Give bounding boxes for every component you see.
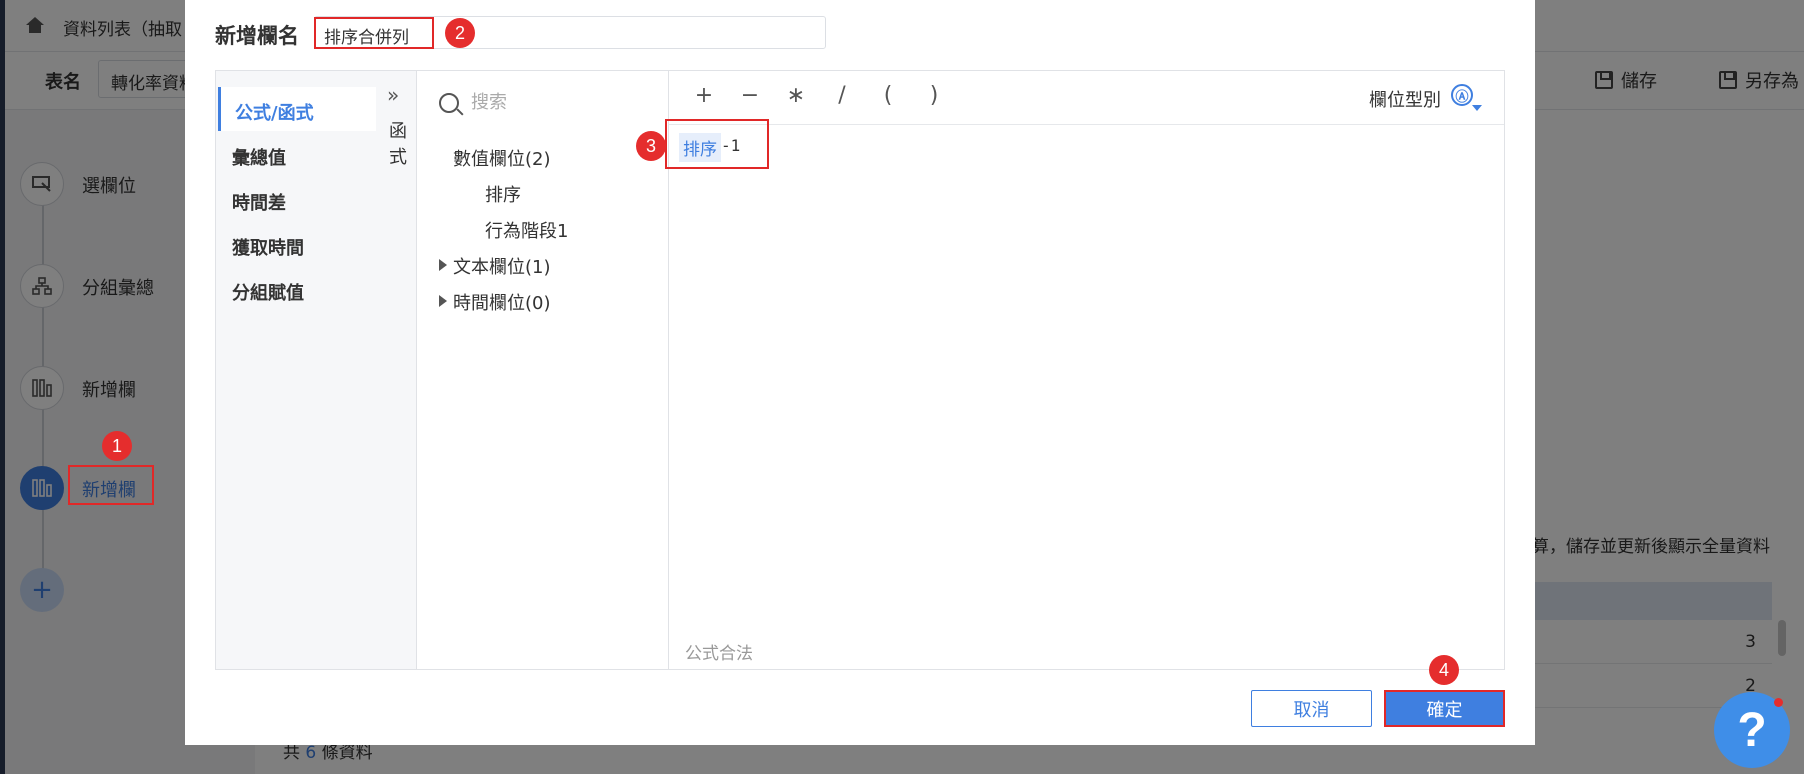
dialog-title: 新增欄名 bbox=[215, 24, 299, 48]
category-group-assign[interactable]: 分組賦值 bbox=[218, 267, 376, 311]
notification-dot bbox=[1774, 698, 1783, 707]
tree-group-text[interactable]: 文本欄位(1) bbox=[453, 253, 551, 279]
category-formula-function[interactable]: 公式/函式 bbox=[218, 87, 376, 131]
formula-status: 公式合法 bbox=[685, 644, 753, 664]
operator-bar: + − ∗ / ( ) 欄位型別 Ⓐ bbox=[669, 71, 1504, 125]
column-name-input[interactable]: 排序合併列 bbox=[314, 17, 434, 49]
step-badge-3: 3 bbox=[636, 131, 666, 161]
tree-field-stage1[interactable]: 行為階段1 bbox=[485, 217, 568, 243]
search-icon bbox=[439, 93, 459, 113]
field-type-a-icon[interactable]: Ⓐ bbox=[1451, 84, 1473, 106]
formula-editor: 公式/函式 彙總值 時間差 獲取時間 分組賦值 » 函式 數值欄位(2) 排序 … bbox=[215, 70, 1505, 670]
function-vertical-label: 函式 bbox=[389, 121, 407, 168]
formula-field-chip[interactable]: 排序 bbox=[679, 133, 721, 162]
op-divide-button[interactable]: / bbox=[830, 83, 854, 108]
op-open-paren-button[interactable]: ( bbox=[876, 83, 900, 108]
field-list-panel: 數值欄位(2) 排序 行為階段1 文本欄位(1) 時間欄位(0) bbox=[417, 71, 669, 669]
highlight-frame-node bbox=[68, 465, 154, 505]
add-column-dialog: 新增欄名 排序合併列 2 公式/函式 彙總值 時間差 獲取時間 分組賦值 » 函… bbox=[185, 0, 1535, 745]
expand-triangle-icon[interactable] bbox=[439, 295, 447, 307]
function-category-list: 公式/函式 彙總值 時間差 獲取時間 分組賦值 bbox=[216, 71, 377, 669]
tree-group-numeric[interactable]: 數值欄位(2) bbox=[453, 145, 551, 171]
field-type-label: 欄位型別 bbox=[1369, 90, 1441, 111]
step-badge-4: 4 bbox=[1429, 655, 1459, 685]
category-get-time[interactable]: 獲取時間 bbox=[218, 222, 376, 266]
op-minus-button[interactable]: − bbox=[738, 83, 762, 108]
field-search-input[interactable] bbox=[471, 85, 651, 119]
confirm-button[interactable]: 確定 bbox=[1384, 690, 1505, 727]
tree-field-sort[interactable]: 排序 bbox=[485, 181, 521, 207]
expand-triangle-icon[interactable] bbox=[439, 259, 447, 271]
tree-group-time[interactable]: 時間欄位(0) bbox=[453, 289, 551, 315]
formula-panel: + − ∗ / ( ) 欄位型別 Ⓐ 排序 -1 公式合法 bbox=[665, 71, 1504, 669]
function-panel-toggle[interactable]: » 函式 bbox=[377, 71, 417, 669]
op-plus-button[interactable]: + bbox=[692, 83, 716, 108]
step-badge-1: 1 bbox=[102, 431, 132, 461]
caret-down-icon[interactable] bbox=[1472, 105, 1482, 111]
double-chevron-right-icon[interactable]: » bbox=[387, 83, 399, 107]
cancel-button[interactable]: 取消 bbox=[1251, 690, 1372, 727]
op-close-paren-button[interactable]: ) bbox=[922, 83, 946, 108]
op-multiply-button[interactable]: ∗ bbox=[784, 83, 808, 108]
step-badge-2: 2 bbox=[445, 18, 475, 48]
category-time-diff[interactable]: 時間差 bbox=[218, 177, 376, 221]
formula-text[interactable]: -1 bbox=[721, 136, 740, 155]
category-aggregate[interactable]: 彙總值 bbox=[218, 132, 376, 176]
